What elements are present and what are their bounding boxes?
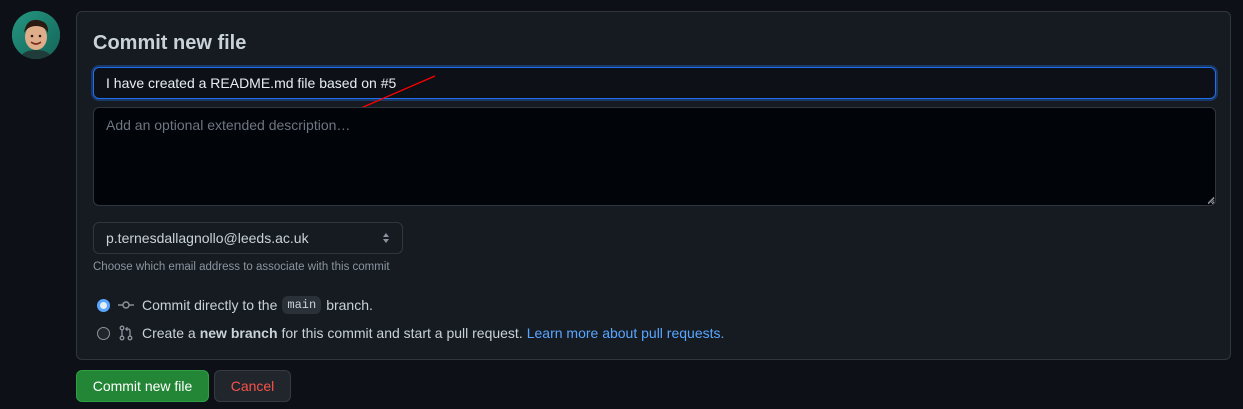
commit-page: Commit new file p.ternesdallagnollo@leed… <box>0 0 1243 409</box>
new-branch-option[interactable]: Create a new branch for this commit and … <box>97 325 724 341</box>
pull-requests-help-link[interactable]: Learn more about pull requests. <box>527 325 725 341</box>
commit-summary-input[interactable] <box>93 67 1216 99</box>
commit-directly-prefix: Commit directly to the <box>142 297 278 313</box>
branch-name: main <box>282 296 322 314</box>
commit-description-textarea[interactable] <box>93 107 1216 206</box>
panel-title: Commit new file <box>93 32 247 54</box>
user-avatar[interactable] <box>12 11 60 59</box>
commit-directly-option[interactable]: Commit directly to the main branch. <box>97 296 373 314</box>
git-commit-icon <box>118 301 134 309</box>
email-help-text: Choose which email address to associate … <box>93 261 390 273</box>
new-branch-radio[interactable] <box>97 326 110 340</box>
new-branch-suffix: for this commit and start a pull request… <box>281 325 523 341</box>
commit-new-file-button[interactable]: Commit new file <box>76 370 209 402</box>
commit-panel: Commit new file p.ternesdallagnollo@leed… <box>76 11 1231 360</box>
email-select-value: p.ternesdallagnollo@leeds.ac.uk <box>106 230 309 246</box>
commit-directly-radio[interactable] <box>97 298 110 312</box>
commit-directly-suffix: branch. <box>326 297 373 313</box>
select-arrows-icon <box>383 233 389 243</box>
new-branch-prefix: Create a <box>142 325 196 341</box>
new-branch-bold: new branch <box>199 325 278 341</box>
avatar-icon <box>12 11 60 59</box>
cancel-button[interactable]: Cancel <box>214 370 291 402</box>
email-select[interactable]: p.ternesdallagnollo@leeds.ac.uk <box>93 222 403 254</box>
git-pull-request-icon <box>119 325 133 341</box>
